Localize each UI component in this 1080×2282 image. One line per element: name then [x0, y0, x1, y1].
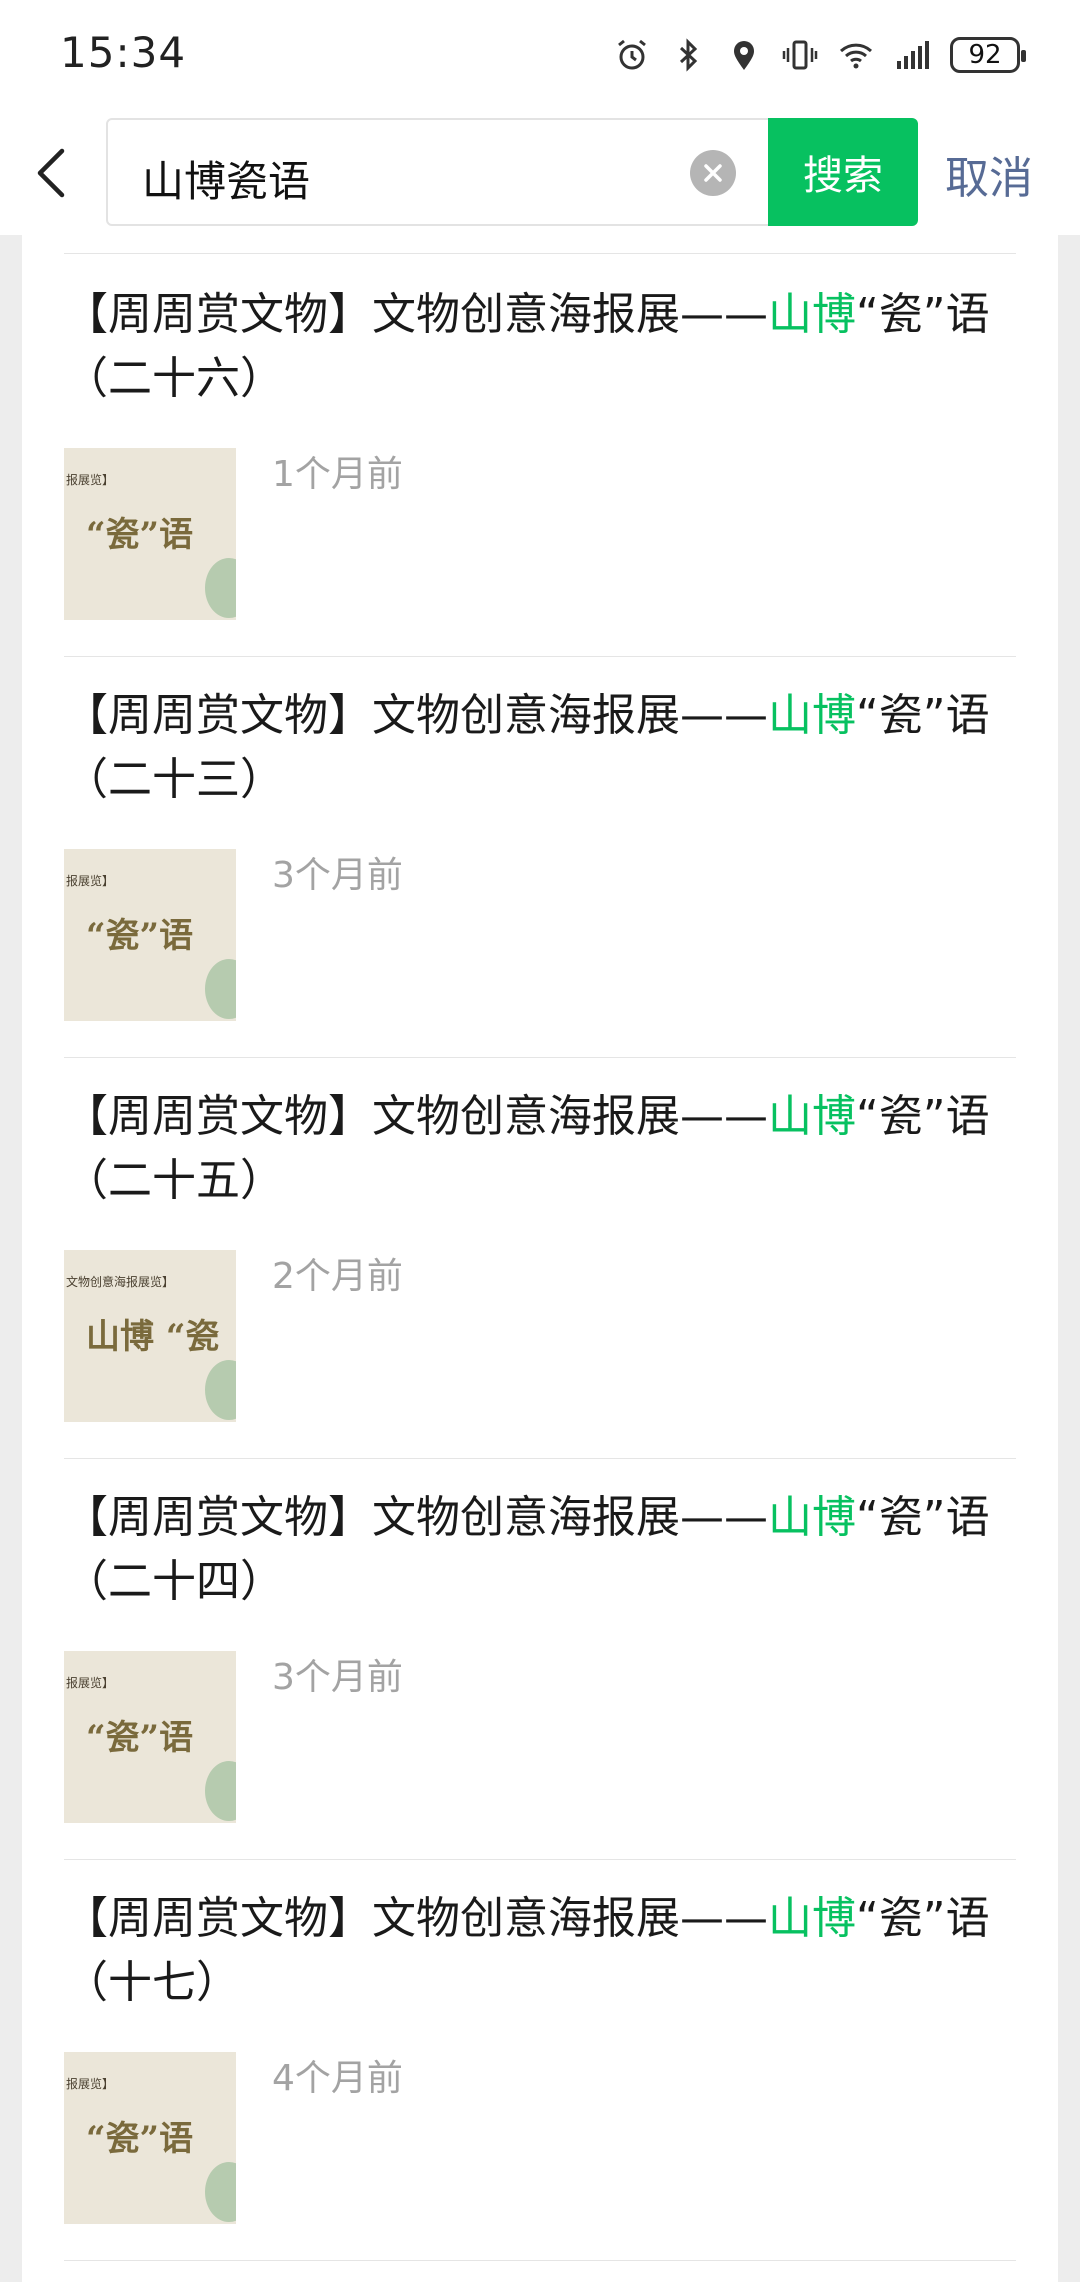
title-highlight: 山博 [768, 1091, 856, 1142]
status-time: 15:34 [60, 28, 187, 77]
thumbnail-image: 报展览】 “瓷”语 [64, 1651, 236, 1823]
result-title: 【周周赏文物】文物创意海报展——山博“瓷”语（二十四） [64, 1486, 1016, 1614]
thumbnail-title: “瓷”语 [86, 916, 193, 956]
battery-indicator: 92 [950, 37, 1026, 73]
result-item[interactable]: 【周周赏文物】文物创意海报展——山博“瓷”语（二十三） 报展览】 “瓷”语 3个月前 [64, 656, 1016, 1058]
signal-icon [897, 41, 929, 69]
title-prefix: 【周周赏文物】文物创意海报展—— [64, 690, 768, 741]
thumbnail-image: 报展览】 “瓷”语 [64, 849, 236, 1021]
search-field[interactable]: 山博瓷语 搜索 [106, 118, 918, 226]
thumbnail-image: 报展览】 “瓷”语 [64, 448, 236, 620]
wifi-icon [839, 43, 873, 69]
title-prefix: 【周周赏文物】文物创意海报展—— [64, 1091, 768, 1142]
clear-search-button[interactable] [690, 150, 736, 196]
thumbnail-image: 报展览】 “瓷”语 [64, 2052, 236, 2224]
result-title: 【周周赏文物】文物创意海报展——山博“瓷”语（十七） [64, 1887, 1016, 2015]
thumbnail-title: “瓷”语 [86, 2119, 193, 2159]
status-icons: 92 [614, 30, 1026, 80]
search-button[interactable]: 搜索 [768, 118, 918, 226]
thumbnail-image: 文物创意海报展览】山博 “瓷 [64, 1250, 236, 1422]
thumbnail-caption: 报展览】 [66, 472, 114, 487]
title-highlight: 山博 [768, 690, 856, 741]
title-prefix: 【周周赏文物】文物创意海报展—— [64, 1893, 768, 1944]
thumbnail-caption: 报展览】 [66, 873, 114, 888]
result-title: 【周周赏文物】文物创意海报展——山博“瓷”语（二十三） [64, 684, 1016, 812]
battery-level: 92 [968, 40, 1002, 70]
result-title: 【周周赏文物】文物创意海报展——山博“瓷”语（二十五） [64, 1085, 1016, 1213]
result-item[interactable]: 【周周赏文物】文物创意海报展——山博“瓷”语（二十五） 文物创意海报展览】山博 “… [64, 1057, 1016, 1459]
result-item[interactable]: 【周周赏文物】文物创意海报展——山博“瓷”语（十七） 报展览】 “瓷”语 4个月前 [64, 1859, 1016, 2261]
cancel-button[interactable]: 取消 [945, 142, 1033, 206]
title-highlight: 山博 [768, 1893, 856, 1944]
result-item[interactable]: 【周周赏文物】文物创意海报展——山博“瓷”语（二十四） 报展览】 “瓷”语 3个月前 [64, 1458, 1016, 1860]
thumbnail-title: 山博 “瓷 [86, 1317, 219, 1357]
title-highlight: 山博 [768, 1492, 856, 1543]
search-input[interactable]: 山博瓷语 [142, 148, 310, 209]
result-title: 【周周赏文物】文物创意海报展——山博“瓷”语（二十六） [64, 283, 1016, 411]
thumbnail-title: “瓷”语 [86, 1718, 193, 1758]
result-date: 1个月前 [272, 454, 403, 495]
title-highlight: 山博 [768, 289, 856, 340]
thumbnail-title: “瓷”语 [86, 515, 193, 555]
title-prefix: 【周周赏文物】文物创意海报展—— [64, 289, 768, 340]
close-icon [704, 164, 722, 182]
search-results-list: 【周周赏文物】文物创意海报展——山博“瓷”语（二十六） 报展览】 “瓷”语 1个月前【… [22, 235, 1058, 2282]
divider [64, 253, 1016, 254]
status-bar: 15:34 92 [0, 0, 1080, 110]
thumbnail-caption: 报展览】 [66, 1675, 114, 1690]
title-prefix: 【周周赏文物】文物创意海报展—— [64, 1492, 768, 1543]
result-date: 4个月前 [272, 2058, 403, 2099]
divider [64, 2260, 1016, 2261]
vibrate-icon [782, 40, 818, 70]
thumbnail-caption: 文物创意海报展览】 [66, 1274, 174, 1289]
result-date: 3个月前 [272, 1657, 403, 1698]
result-item[interactable]: 【周周赏文物】文物创意海报展——山博“瓷”语（二十六） 报展览】 “瓷”语 1个月前 [64, 255, 1016, 657]
location-icon [734, 41, 754, 70]
bluetooth-icon [679, 38, 698, 72]
alarm-icon [618, 39, 646, 70]
result-date: 2个月前 [272, 1256, 403, 1297]
search-header: 山博瓷语 搜索 取消 [0, 110, 1080, 235]
thumbnail-caption: 报展览】 [66, 2076, 114, 2091]
back-arrow-icon[interactable] [32, 145, 72, 201]
result-date: 3个月前 [272, 855, 403, 896]
